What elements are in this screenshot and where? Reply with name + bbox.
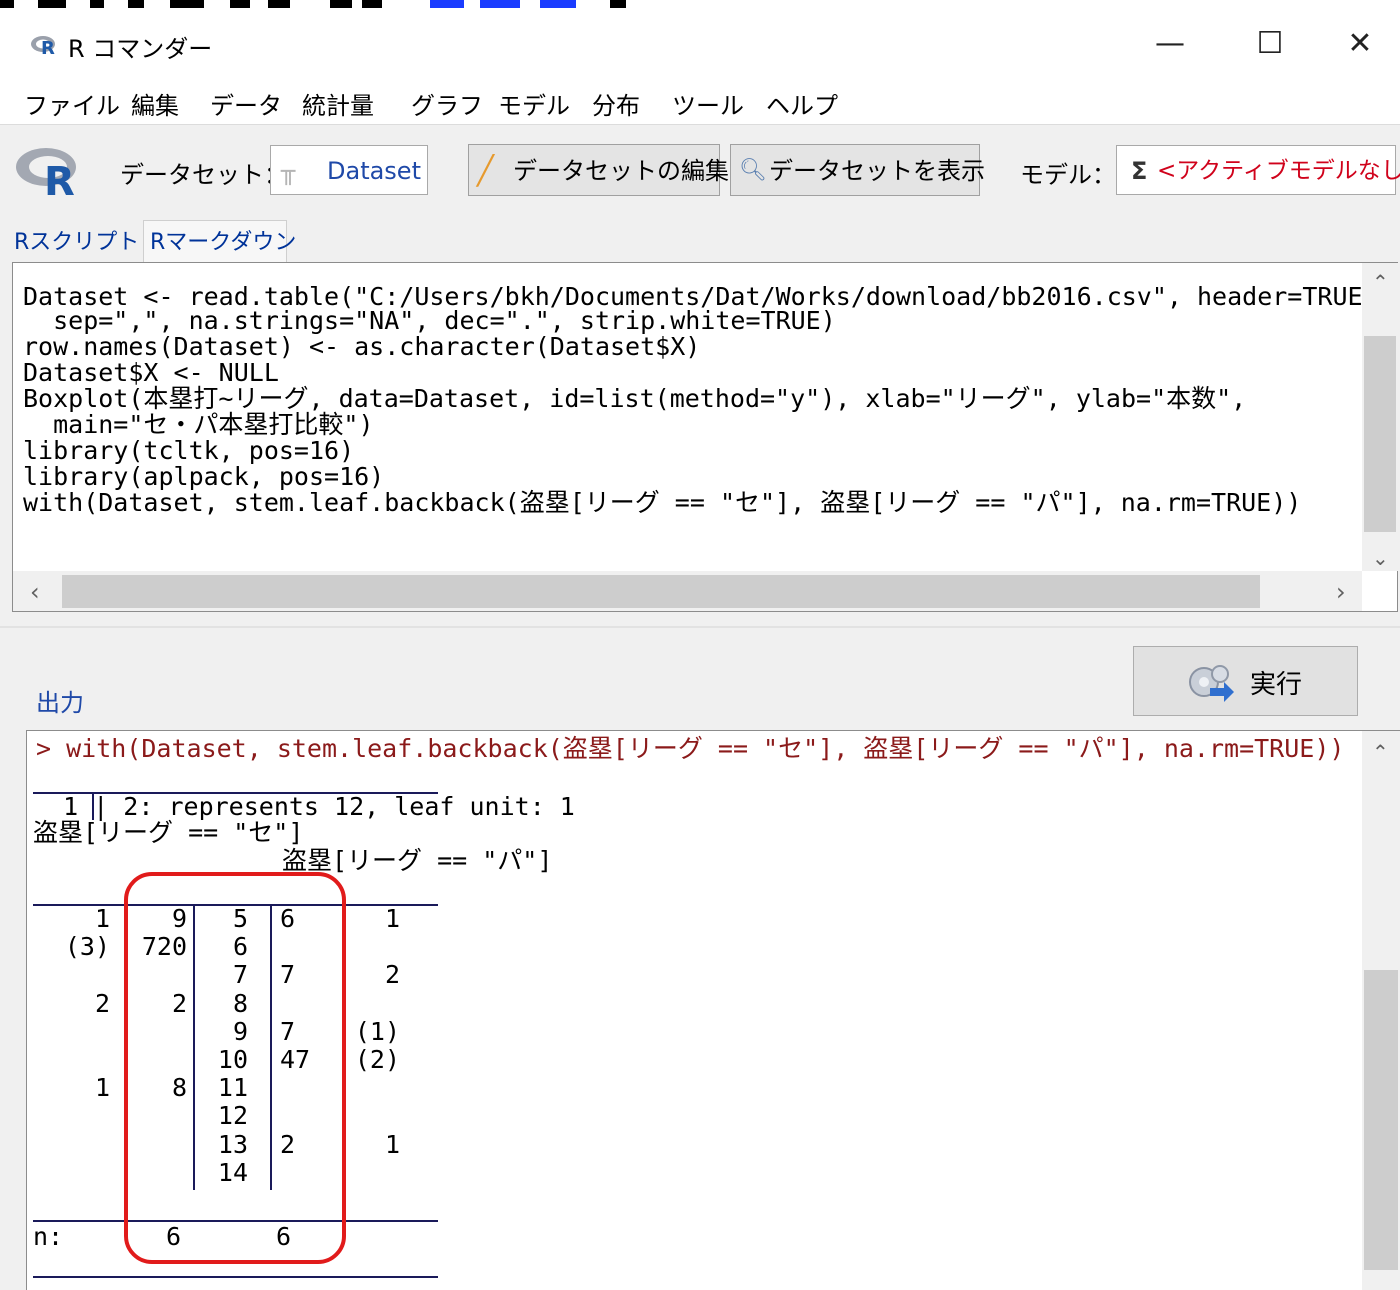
active-dataset-button[interactable]: ╥ Dataset bbox=[270, 145, 428, 195]
script-line: Boxplot(本塁打~リーグ, data=Dataset, id=list(m… bbox=[23, 384, 1247, 413]
cropped-heading-strip bbox=[0, 0, 1400, 10]
left-depth: 2 bbox=[94, 988, 110, 1018]
run-label: 実行 bbox=[1250, 670, 1303, 700]
menu-tools[interactable]: ツール bbox=[672, 86, 744, 121]
menu-edit[interactable]: 編集 bbox=[131, 86, 179, 121]
pencil-icon: ╱ bbox=[477, 154, 494, 187]
script-line: Dataset$X <- NULL bbox=[23, 358, 279, 387]
scroll-down-arrow-icon[interactable]: ⌄ bbox=[1372, 546, 1389, 570]
edit-dataset-button[interactable]: ╱ データセットの編集 bbox=[468, 144, 729, 196]
stem-right-variable: 盗塁[リーグ == "パ"] bbox=[282, 846, 553, 875]
view-dataset-label: データセットを表示 bbox=[769, 157, 985, 185]
tab-rmarkdown[interactable]: Rマークダウン bbox=[143, 220, 296, 262]
run-button[interactable] bbox=[1133, 646, 1358, 716]
count-label: n: bbox=[33, 1222, 64, 1251]
left-depth: 1 bbox=[94, 904, 110, 933]
menu-data[interactable]: データ bbox=[210, 86, 282, 121]
stem-header-separator bbox=[92, 794, 94, 820]
right-depth: (1) bbox=[354, 1016, 400, 1046]
right-depth: 2 bbox=[384, 960, 400, 990]
menu-help[interactable]: ヘルプ bbox=[766, 86, 838, 121]
menu-bar: ファイル 編集 データ 統計量 グラフ モデル 分布 ツール ヘルプ bbox=[0, 78, 1400, 125]
table-icon: ╥ bbox=[281, 157, 296, 185]
close-button[interactable]: ✕ bbox=[1330, 22, 1390, 66]
magnifier-icon: 🔍︎ bbox=[739, 158, 767, 183]
right-depth: 1 bbox=[384, 1129, 400, 1159]
highlight-annotation bbox=[124, 872, 346, 1264]
menu-model[interactable]: モデル bbox=[498, 86, 570, 121]
svg-text:R: R bbox=[44, 159, 75, 197]
tab-rscript[interactable]: Rスクリプト bbox=[14, 224, 139, 256]
script-line: library(aplpack, pos=16) bbox=[23, 462, 385, 491]
active-model-button[interactable]: Σ <アクティブモデルなし> bbox=[1116, 145, 1400, 195]
view-dataset-button[interactable]: 🔍︎ データセットを表示 bbox=[730, 144, 985, 196]
edit-dataset-label: データセットの編集 bbox=[513, 157, 729, 185]
stem-left-variable: 盗塁[リーグ == "セ"] bbox=[33, 818, 304, 847]
model-label: モデル： bbox=[1020, 161, 1116, 189]
menu-graph[interactable]: グラフ bbox=[411, 86, 483, 121]
sigma-icon: Σ bbox=[1131, 157, 1148, 185]
r-logo-large-icon: R bbox=[16, 148, 76, 197]
gear-run-icon bbox=[1189, 665, 1234, 702]
scroll-up-arrow-icon[interactable]: ⌃ bbox=[1372, 270, 1389, 294]
active-model-name: <アクティブモデルなし> bbox=[1157, 158, 1400, 184]
menu-file[interactable]: ファイル bbox=[24, 86, 120, 121]
script-line: library(tcltk, pos=16) bbox=[23, 436, 355, 465]
pane-divider[interactable] bbox=[0, 626, 1400, 628]
output-scroll-up-arrow-icon[interactable]: ⌃ bbox=[1372, 740, 1389, 764]
menu-statistics[interactable]: 統計量 bbox=[302, 86, 374, 121]
dataset-label: データセット： bbox=[120, 161, 288, 189]
script-vertical-scroll-thumb[interactable] bbox=[1364, 336, 1396, 532]
script-line: main="セ・パ本塁打比較") bbox=[23, 410, 374, 439]
left-depth: (3) bbox=[64, 932, 110, 962]
scroll-right-arrow-icon[interactable]: › bbox=[1336, 578, 1346, 606]
stem-table-bottom-rule bbox=[33, 1276, 438, 1278]
script-editor[interactable]: Dataset <- read.table("C:/Users/bkh/Docu… bbox=[12, 262, 1398, 612]
output-command-line: > with(Dataset, stem.leaf.backback(盗塁[リー… bbox=[36, 734, 1345, 763]
active-dataset-name: Dataset bbox=[327, 157, 421, 185]
window-title: R コマンダー bbox=[68, 35, 213, 63]
output-label: 出力 bbox=[36, 689, 84, 717]
script-horizontal-scroll-thumb[interactable] bbox=[62, 575, 1260, 608]
maximize-button[interactable]: ☐ bbox=[1240, 22, 1300, 66]
output-vertical-scroll-thumb[interactable] bbox=[1364, 970, 1398, 1270]
r-logo-icon: R bbox=[31, 36, 55, 56]
right-depth: (2) bbox=[354, 1045, 400, 1074]
stem-header-line: 1 | 2: represents 12, leaf unit: 1 bbox=[33, 792, 575, 821]
minimize-button[interactable]: — bbox=[1140, 22, 1200, 66]
scroll-left-arrow-icon[interactable]: ‹ bbox=[30, 578, 40, 606]
script-line: with(Dataset, stem.leaf.backback(盗塁[リーグ … bbox=[23, 488, 1302, 517]
script-line: sep=",", na.strings="NA", dec=".", strip… bbox=[23, 306, 836, 335]
svg-text:R: R bbox=[41, 38, 55, 56]
left-depth: 1 bbox=[94, 1073, 110, 1103]
script-line: row.names(Dataset) <- as.character(Datas… bbox=[23, 332, 701, 361]
right-depth: 1 bbox=[384, 904, 400, 933]
menu-distribution[interactable]: 分布 bbox=[592, 86, 640, 121]
